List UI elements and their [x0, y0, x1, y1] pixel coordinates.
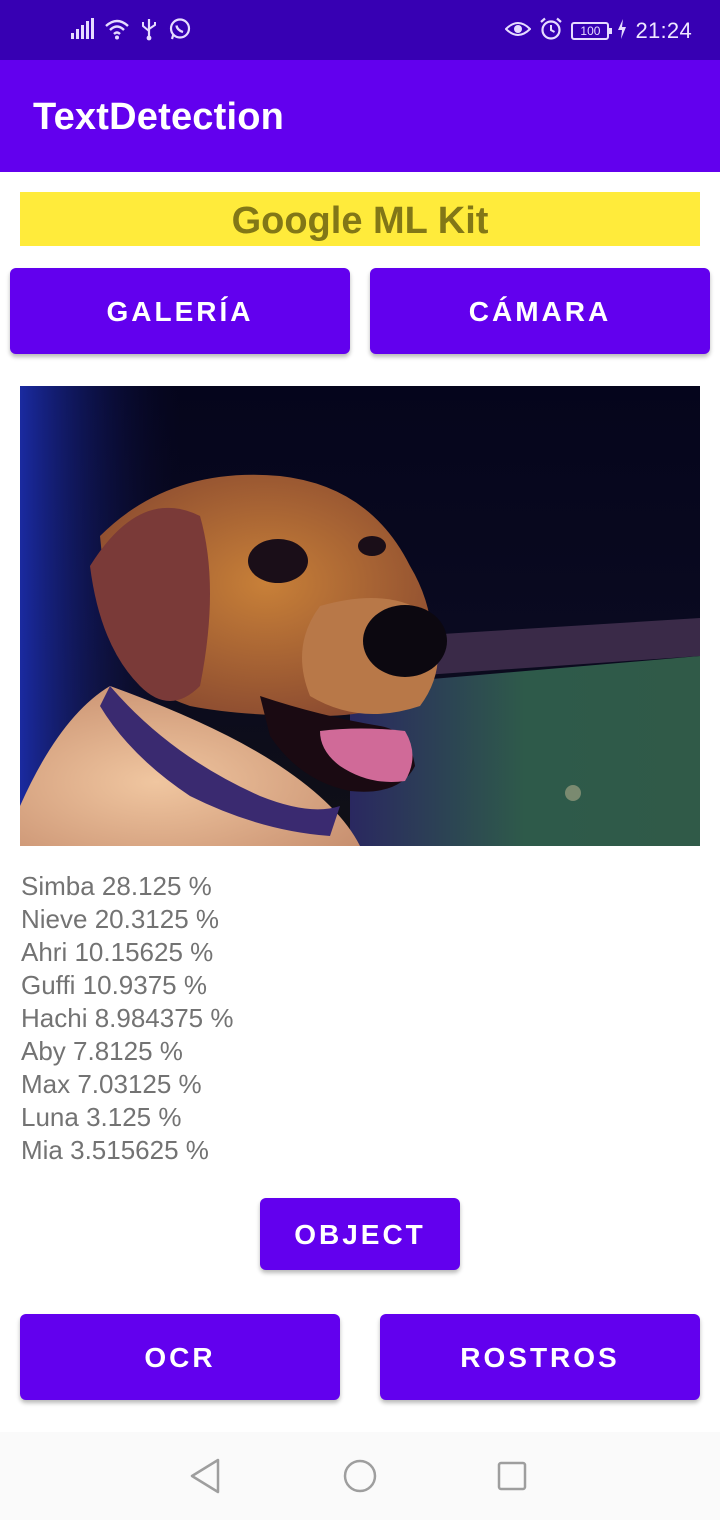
whatsapp-icon: [168, 17, 192, 46]
usb-icon: [140, 17, 158, 46]
results-list: Simba 28.125 % Nieve 20.3125 % Ahri 10.1…: [21, 870, 233, 1167]
back-icon[interactable]: [184, 1454, 228, 1498]
navigation-bar: [0, 1432, 720, 1520]
signal-icon: [70, 17, 94, 45]
ocr-button[interactable]: OCR: [20, 1314, 340, 1400]
result-item: Luna 3.125 %: [21, 1102, 182, 1132]
result-item: Guffi 10.9375 %: [21, 970, 207, 1000]
result-item: Ahri 10.15625 %: [21, 937, 214, 967]
status-right-icons: 100 21:24: [505, 16, 692, 46]
alarm-icon: [539, 17, 563, 46]
result-item: Aby 7.8125 %: [21, 1036, 183, 1066]
result-item: Mia 3.515625 %: [21, 1135, 209, 1165]
result-item: Max 7.03125 %: [21, 1069, 202, 1099]
eye-icon: [505, 19, 532, 44]
recents-icon[interactable]: [490, 1454, 534, 1498]
object-button[interactable]: OBJECT: [260, 1198, 460, 1270]
app-title: TextDetection: [33, 96, 285, 138]
battery-icon: 100: [571, 22, 613, 40]
home-icon[interactable]: [338, 1454, 382, 1498]
result-item: Hachi 8.984375 %: [21, 1003, 234, 1033]
rostros-button[interactable]: ROSTROS: [380, 1314, 700, 1400]
status-time: 21:24: [635, 18, 692, 43]
status-bar: 100 21:24: [0, 0, 720, 60]
selected-image: [20, 386, 700, 846]
wifi-icon: [104, 18, 130, 45]
camera-button[interactable]: CÁMARA: [370, 268, 710, 354]
app-bar: TextDetection: [0, 60, 720, 172]
charging-icon: [617, 18, 627, 44]
result-item: Nieve 20.3125 %: [21, 904, 220, 934]
status-left-icons: [70, 17, 192, 46]
gallery-button[interactable]: GALERÍA: [10, 268, 350, 354]
header-banner: Google ML Kit: [20, 192, 700, 246]
result-item: Simba 28.125 %: [21, 871, 212, 901]
